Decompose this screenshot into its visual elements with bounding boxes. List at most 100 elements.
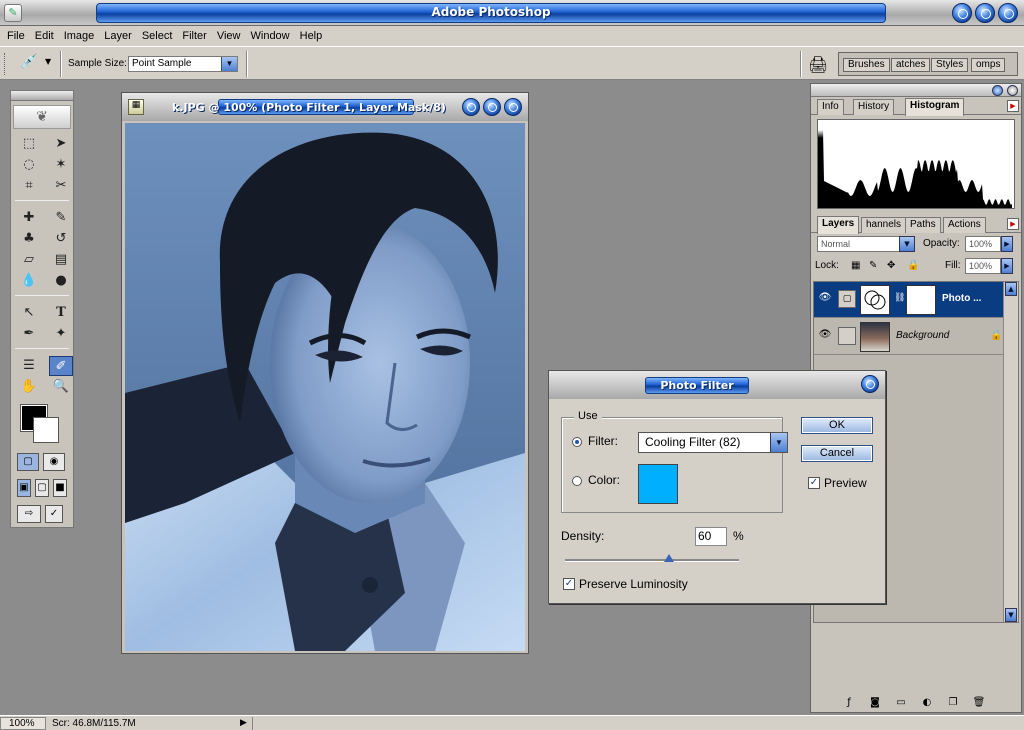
standard-screen-mode-icon[interactable]: ▣ [17,479,31,497]
layer-row-background[interactable]: 👁 Background 🔒 [814,319,1004,355]
status-menu-arrow-icon[interactable]: ▶ [240,717,247,728]
layer-style-icon[interactable]: ƒ [841,697,857,708]
filter-radio[interactable] [572,437,582,447]
document-maximize-icon[interactable] [483,98,501,116]
chevron-down-icon[interactable]: ▼ [221,57,237,71]
menu-file[interactable]: File [2,30,30,42]
tab-paths[interactable]: Paths [905,217,941,233]
adobe-feather-icon[interactable]: ❦ [13,105,71,129]
tab-channels[interactable]: hannels [861,217,907,233]
blur-tool-icon[interactable]: 💧 [17,271,41,291]
layer-row-photo-filter[interactable]: 👁 ▢ ⛓ Photo ... [814,282,1004,318]
zoom-tool-icon[interactable]: 🔍 [49,377,73,397]
collapse-palettes-icon[interactable] [992,85,1003,96]
menu-help[interactable]: Help [295,30,328,42]
preserve-luminosity-checkbox[interactable]: ✓ [563,578,575,590]
tab-history[interactable]: History [853,99,895,115]
scroll-up-icon[interactable]: ▲ [1005,282,1017,296]
palette-menu-icon[interactable]: ▶ [1007,100,1019,112]
toolbox-header[interactable] [11,91,73,101]
blend-mode-chevron-down-icon[interactable]: ▼ [899,236,915,252]
sample-size-select[interactable]: Point Sample ▼ [128,56,238,72]
color-swatch[interactable] [638,464,678,504]
document-title-bar[interactable]: ▦ k.JPG @ 100% (Photo Filter 1, Layer Ma… [122,93,528,121]
lock-position-icon[interactable]: ✥ [887,260,895,271]
document-minimize-icon[interactable] [462,98,480,116]
document-icon[interactable]: ▦ [128,99,144,115]
palette-well-tab-brushes[interactable]: Brushes [843,58,890,72]
dialog-title-bar[interactable]: Photo Filter [549,371,885,399]
healing-brush-tool-icon[interactable]: ✚ [17,208,41,228]
add-mask-icon[interactable]: ◙ [867,697,883,708]
document-close-icon[interactable] [504,98,522,116]
layer-link-icon[interactable] [838,327,856,345]
hand-tool-icon[interactable]: ✋ [17,377,41,397]
adjustment-layer-icon[interactable]: ◐ [919,697,935,708]
cancel-button[interactable]: Cancel [801,445,873,462]
type-tool-icon[interactable]: T [49,303,73,323]
color-radio[interactable] [572,476,582,486]
blend-mode-select[interactable]: Normal [817,236,903,252]
marquee-tool-icon[interactable]: ⬚ [17,134,41,154]
close-icon[interactable] [998,3,1018,23]
palette-column-header[interactable] [811,84,1021,97]
minimize-icon[interactable] [952,3,972,23]
gradient-tool-icon[interactable]: ▤ [49,250,73,270]
lock-pixels-icon[interactable]: ✎ [869,260,877,271]
preset-chevron-down-icon[interactable]: ▼ [45,57,51,66]
delete-layer-icon[interactable]: 🗑 [971,697,987,708]
filter-select[interactable]: Cooling Filter (82) ▼ [638,432,788,453]
ok-button[interactable]: OK [801,417,873,434]
eyedropper-preset-icon[interactable]: 💉 [20,54,37,70]
palette-well-tab-styles[interactable]: Styles [931,58,969,72]
file-browser-icon[interactable]: 🖨 [808,55,828,74]
menu-edit[interactable]: Edit [30,30,59,42]
palette-well-tab-swatches[interactable]: atches [891,58,931,72]
photoshop-app-icon[interactable]: ✎ [4,4,22,22]
menu-view[interactable]: View [212,30,246,42]
pen-tool-icon[interactable]: ✒ [17,324,41,344]
opacity-arrow-icon[interactable]: ▶ [1001,236,1013,252]
background-color-swatch[interactable] [33,417,59,443]
tab-histogram[interactable]: Histogram [905,98,965,116]
options-bar-grip[interactable] [4,53,7,75]
eyedropper-tool-icon[interactable]: ✐ [49,356,73,376]
chevron-down-icon[interactable]: ▼ [770,433,787,452]
slice-tool-icon[interactable]: ✂ [49,176,73,196]
zoom-level[interactable]: 100% [0,717,46,730]
layers-scrollbar[interactable]: ▲ ▼ [1003,282,1018,622]
full-screen-menu-mode-icon[interactable]: ▢ [35,479,49,497]
history-brush-tool-icon[interactable]: ↺ [49,229,73,249]
preview-checkbox[interactable]: ✓ [808,477,820,489]
imageready-icon[interactable]: ⇨ [17,505,41,523]
lasso-tool-icon[interactable]: ◌ [17,155,41,175]
brush-tool-icon[interactable]: ✎ [49,208,73,228]
eye-icon[interactable]: 👁 [818,329,832,343]
full-screen-mode-icon[interactable]: ■ [53,479,67,497]
chain-link-icon[interactable]: ⛓ [894,293,905,303]
palette-menu-icon[interactable]: ▶ [1007,218,1019,230]
density-slider-track[interactable] [565,559,739,562]
imageready-check-icon[interactable]: ✓ [45,505,63,523]
magic-wand-tool-icon[interactable]: ✶ [49,155,73,175]
menu-layer[interactable]: Layer [99,30,137,42]
menu-select[interactable]: Select [137,30,178,42]
image-canvas[interactable] [125,123,525,651]
fill-input[interactable]: 100% [965,258,1001,274]
layer-mask-thumbnail[interactable] [906,285,936,315]
tab-info[interactable]: Info [817,99,844,115]
palette-well-tab-layer-comps[interactable]: omps [971,58,1006,72]
standard-mode-icon[interactable]: ▢ [17,453,39,471]
density-slider-thumb[interactable] [664,554,675,562]
crop-tool-icon[interactable]: ⌗ [17,176,41,196]
eraser-tool-icon[interactable]: ▱ [17,250,41,270]
density-input[interactable]: 60 [695,527,727,546]
clone-stamp-tool-icon[interactable]: ♣ [17,229,41,249]
menu-image[interactable]: Image [59,30,100,42]
new-group-icon[interactable]: ▭ [893,697,909,708]
path-selection-tool-icon[interactable]: ↖ [17,303,41,323]
eye-icon[interactable]: 👁 [818,292,832,306]
layer-link-icon[interactable]: ▢ [838,290,856,308]
dialog-close-icon[interactable] [861,375,879,393]
menu-window[interactable]: Window [246,30,295,42]
